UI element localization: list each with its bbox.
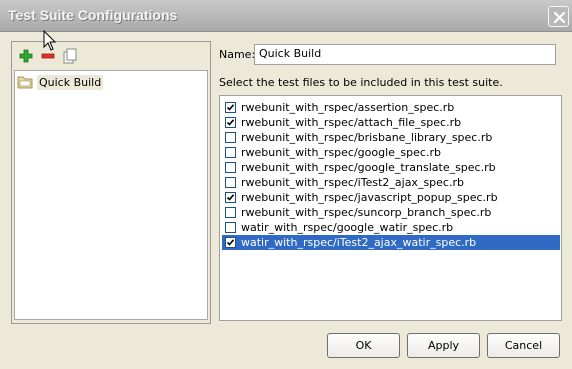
instructions-text: Select the test files to be included in …: [219, 76, 503, 89]
file-row[interactable]: watir_with_rspec/google_watir_spec.rb: [222, 220, 560, 235]
file-checkbox[interactable]: [225, 117, 236, 128]
close-icon: [553, 11, 566, 24]
apply-button[interactable]: Apply: [407, 333, 480, 358]
file-checkbox[interactable]: [225, 162, 236, 173]
tree-item-quick-build[interactable]: Quick Build: [17, 73, 104, 91]
file-name: rwebunit_with_rspec/attach_file_spec.rb: [241, 116, 462, 129]
tree-item-label: Quick Build: [37, 74, 104, 90]
file-checkbox[interactable]: [225, 147, 236, 158]
file-row[interactable]: rwebunit_with_rspec/javascript_popup_spe…: [222, 190, 560, 205]
file-row[interactable]: rwebunit_with_rspec/assertion_spec.rb: [222, 100, 560, 115]
file-checkbox[interactable]: [225, 207, 236, 218]
file-name: watir_with_rspec/iTest2_ajax_watir_spec.…: [241, 236, 477, 249]
name-label: Name:: [219, 48, 256, 61]
file-name: rwebunit_with_rspec/iTest2_ajax_spec.rb: [241, 176, 464, 189]
cancel-button[interactable]: Cancel: [487, 333, 560, 358]
file-checkbox[interactable]: [225, 237, 236, 248]
file-name: rwebunit_with_rspec/suncorp_branch_spec.…: [241, 206, 492, 219]
check-icon: [226, 194, 235, 201]
close-button[interactable]: [548, 6, 569, 27]
file-checkbox[interactable]: [225, 222, 236, 233]
test-file-list[interactable]: rwebunit_with_rspec/assertion_spec.rbrwe…: [219, 95, 562, 321]
file-name: rwebunit_with_rspec/javascript_popup_spe…: [241, 191, 498, 204]
file-checkbox[interactable]: [225, 132, 236, 143]
copy-icon[interactable]: [62, 48, 78, 64]
file-checkbox[interactable]: [225, 192, 236, 203]
file-name: rwebunit_with_rspec/google_translate_spe…: [241, 161, 496, 174]
file-row[interactable]: rwebunit_with_rspec/suncorp_branch_spec.…: [222, 205, 560, 220]
mouse-cursor-icon: [43, 30, 57, 51]
ok-button[interactable]: OK: [327, 333, 400, 358]
file-row[interactable]: watir_with_rspec/iTest2_ajax_watir_spec.…: [222, 235, 560, 250]
file-row[interactable]: rwebunit_with_rspec/brisbane_library_spe…: [222, 130, 560, 145]
file-name: watir_with_rspec/google_watir_spec.rb: [241, 221, 454, 234]
folder-icon: [17, 76, 33, 89]
check-icon: [226, 119, 235, 126]
suite-panel: Quick Build: [11, 41, 211, 324]
check-icon: [226, 239, 235, 246]
file-checkbox[interactable]: [225, 102, 236, 113]
file-checkbox[interactable]: [225, 177, 236, 188]
check-icon: [226, 104, 235, 111]
file-name: rwebunit_with_rspec/brisbane_library_spe…: [241, 131, 493, 144]
name-input[interactable]: Quick Build: [254, 44, 556, 65]
title-bar[interactable]: Test Suite Configurations: [0, 0, 572, 32]
window-title: Test Suite Configurations: [8, 7, 178, 23]
file-name: rwebunit_with_rspec/assertion_spec.rb: [241, 101, 455, 114]
suite-tree[interactable]: Quick Build: [14, 70, 208, 320]
file-row[interactable]: rwebunit_with_rspec/attach_file_spec.rb: [222, 115, 560, 130]
file-row[interactable]: rwebunit_with_rspec/google_spec.rb: [222, 145, 560, 160]
file-row[interactable]: rwebunit_with_rspec/google_translate_spe…: [222, 160, 560, 175]
file-row[interactable]: rwebunit_with_rspec/iTest2_ajax_spec.rb: [222, 175, 560, 190]
add-icon[interactable]: [18, 48, 34, 64]
file-name: rwebunit_with_rspec/google_spec.rb: [241, 146, 441, 159]
